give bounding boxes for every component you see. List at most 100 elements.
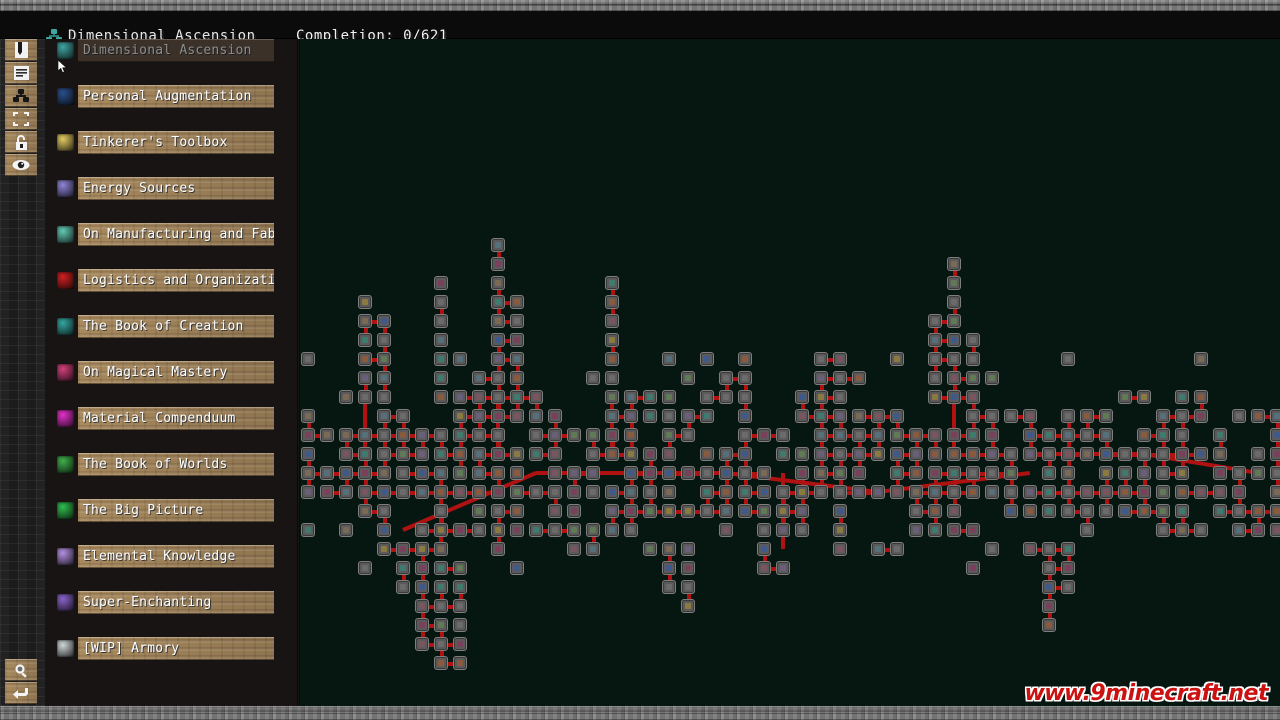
research-node[interactable] — [662, 542, 676, 556]
research-node[interactable] — [928, 466, 942, 480]
research-node[interactable] — [1042, 466, 1056, 480]
research-node[interactable] — [1004, 466, 1018, 480]
research-node[interactable] — [1118, 447, 1132, 461]
research-node[interactable] — [1156, 504, 1170, 518]
research-node[interactable] — [434, 580, 448, 594]
research-node[interactable] — [833, 542, 847, 556]
research-node[interactable] — [1099, 466, 1113, 480]
research-node[interactable] — [1137, 504, 1151, 518]
research-node[interactable] — [415, 542, 429, 556]
research-node[interactable] — [377, 314, 391, 328]
research-node[interactable] — [605, 523, 619, 537]
research-node[interactable] — [662, 390, 676, 404]
research-node[interactable] — [681, 371, 695, 385]
research-node[interactable] — [415, 618, 429, 632]
research-node[interactable] — [339, 466, 353, 480]
research-node[interactable] — [377, 447, 391, 461]
research-node[interactable] — [377, 390, 391, 404]
research-node[interactable] — [757, 504, 771, 518]
research-node[interactable] — [719, 504, 733, 518]
research-node[interactable] — [947, 295, 961, 309]
research-node[interactable] — [985, 447, 999, 461]
research-node[interactable] — [624, 409, 638, 423]
research-node[interactable] — [833, 504, 847, 518]
research-node[interactable] — [434, 333, 448, 347]
research-node[interactable] — [434, 447, 448, 461]
research-node[interactable] — [586, 447, 600, 461]
research-node[interactable] — [662, 561, 676, 575]
research-node[interactable] — [985, 371, 999, 385]
research-node[interactable] — [1080, 428, 1094, 442]
back-icon-button[interactable] — [5, 682, 37, 704]
research-node[interactable] — [719, 466, 733, 480]
research-node[interactable] — [662, 409, 676, 423]
research-node[interactable] — [966, 371, 980, 385]
research-node[interactable] — [529, 409, 543, 423]
research-node[interactable] — [776, 523, 790, 537]
research-node[interactable] — [795, 466, 809, 480]
research-node[interactable] — [852, 466, 866, 480]
research-node[interactable] — [377, 409, 391, 423]
research-node[interactable] — [966, 447, 980, 461]
research-node[interactable] — [1042, 599, 1056, 613]
research-node[interactable] — [510, 333, 524, 347]
research-node[interactable] — [814, 485, 828, 499]
research-node[interactable] — [510, 466, 524, 480]
research-node[interactable] — [1175, 485, 1189, 499]
research-node[interactable] — [453, 466, 467, 480]
research-node[interactable] — [985, 428, 999, 442]
research-node[interactable] — [1175, 523, 1189, 537]
research-node[interactable] — [1042, 447, 1056, 461]
sidebar-item-personal-augmentation[interactable]: Personal Augmentation — [45, 85, 297, 108]
research-node[interactable] — [928, 352, 942, 366]
research-node[interactable] — [510, 561, 524, 575]
research-node[interactable] — [434, 352, 448, 366]
research-node[interactable] — [928, 485, 942, 499]
research-node[interactable] — [1042, 580, 1056, 594]
research-node[interactable] — [1042, 561, 1056, 575]
research-node[interactable] — [1175, 428, 1189, 442]
research-node[interactable] — [833, 352, 847, 366]
research-node[interactable] — [662, 466, 676, 480]
research-node[interactable] — [662, 447, 676, 461]
sidebar-item-material-compenduum[interactable]: Material Compenduum — [45, 407, 297, 430]
research-node[interactable] — [1137, 428, 1151, 442]
research-node[interactable] — [434, 618, 448, 632]
research-node[interactable] — [795, 409, 809, 423]
research-node[interactable] — [358, 295, 372, 309]
fullscreen-icon-button[interactable] — [5, 108, 37, 130]
research-node[interactable] — [358, 504, 372, 518]
sidebar-item-button[interactable]: Super-Enchanting — [78, 591, 274, 614]
research-node[interactable] — [491, 542, 505, 556]
research-node[interactable] — [529, 428, 543, 442]
research-node[interactable] — [947, 466, 961, 480]
research-node[interactable] — [415, 428, 429, 442]
research-node[interactable] — [909, 447, 923, 461]
research-node[interactable] — [1175, 466, 1189, 480]
research-node[interactable] — [567, 485, 581, 499]
research-node[interactable] — [453, 637, 467, 651]
research-node[interactable] — [605, 333, 619, 347]
research-node[interactable] — [396, 542, 410, 556]
sidebar-item-wip-armory[interactable]: [WIP] Armory — [45, 637, 297, 660]
research-node[interactable] — [1042, 485, 1056, 499]
research-node[interactable] — [1251, 409, 1265, 423]
research-node[interactable] — [833, 485, 847, 499]
research-node[interactable] — [1251, 504, 1265, 518]
research-node[interactable] — [643, 390, 657, 404]
research-node[interactable] — [453, 428, 467, 442]
research-node[interactable] — [890, 447, 904, 461]
research-node[interactable] — [491, 257, 505, 271]
research-node[interactable] — [1080, 485, 1094, 499]
research-node[interactable] — [681, 428, 695, 442]
research-node[interactable] — [1023, 504, 1037, 518]
research-node[interactable] — [1270, 409, 1280, 423]
research-node[interactable] — [605, 371, 619, 385]
research-node[interactable] — [833, 390, 847, 404]
research-node[interactable] — [586, 523, 600, 537]
research-node[interactable] — [491, 295, 505, 309]
research-node[interactable] — [472, 390, 486, 404]
research-node[interactable] — [434, 390, 448, 404]
research-node[interactable] — [434, 542, 448, 556]
research-node[interactable] — [301, 523, 315, 537]
